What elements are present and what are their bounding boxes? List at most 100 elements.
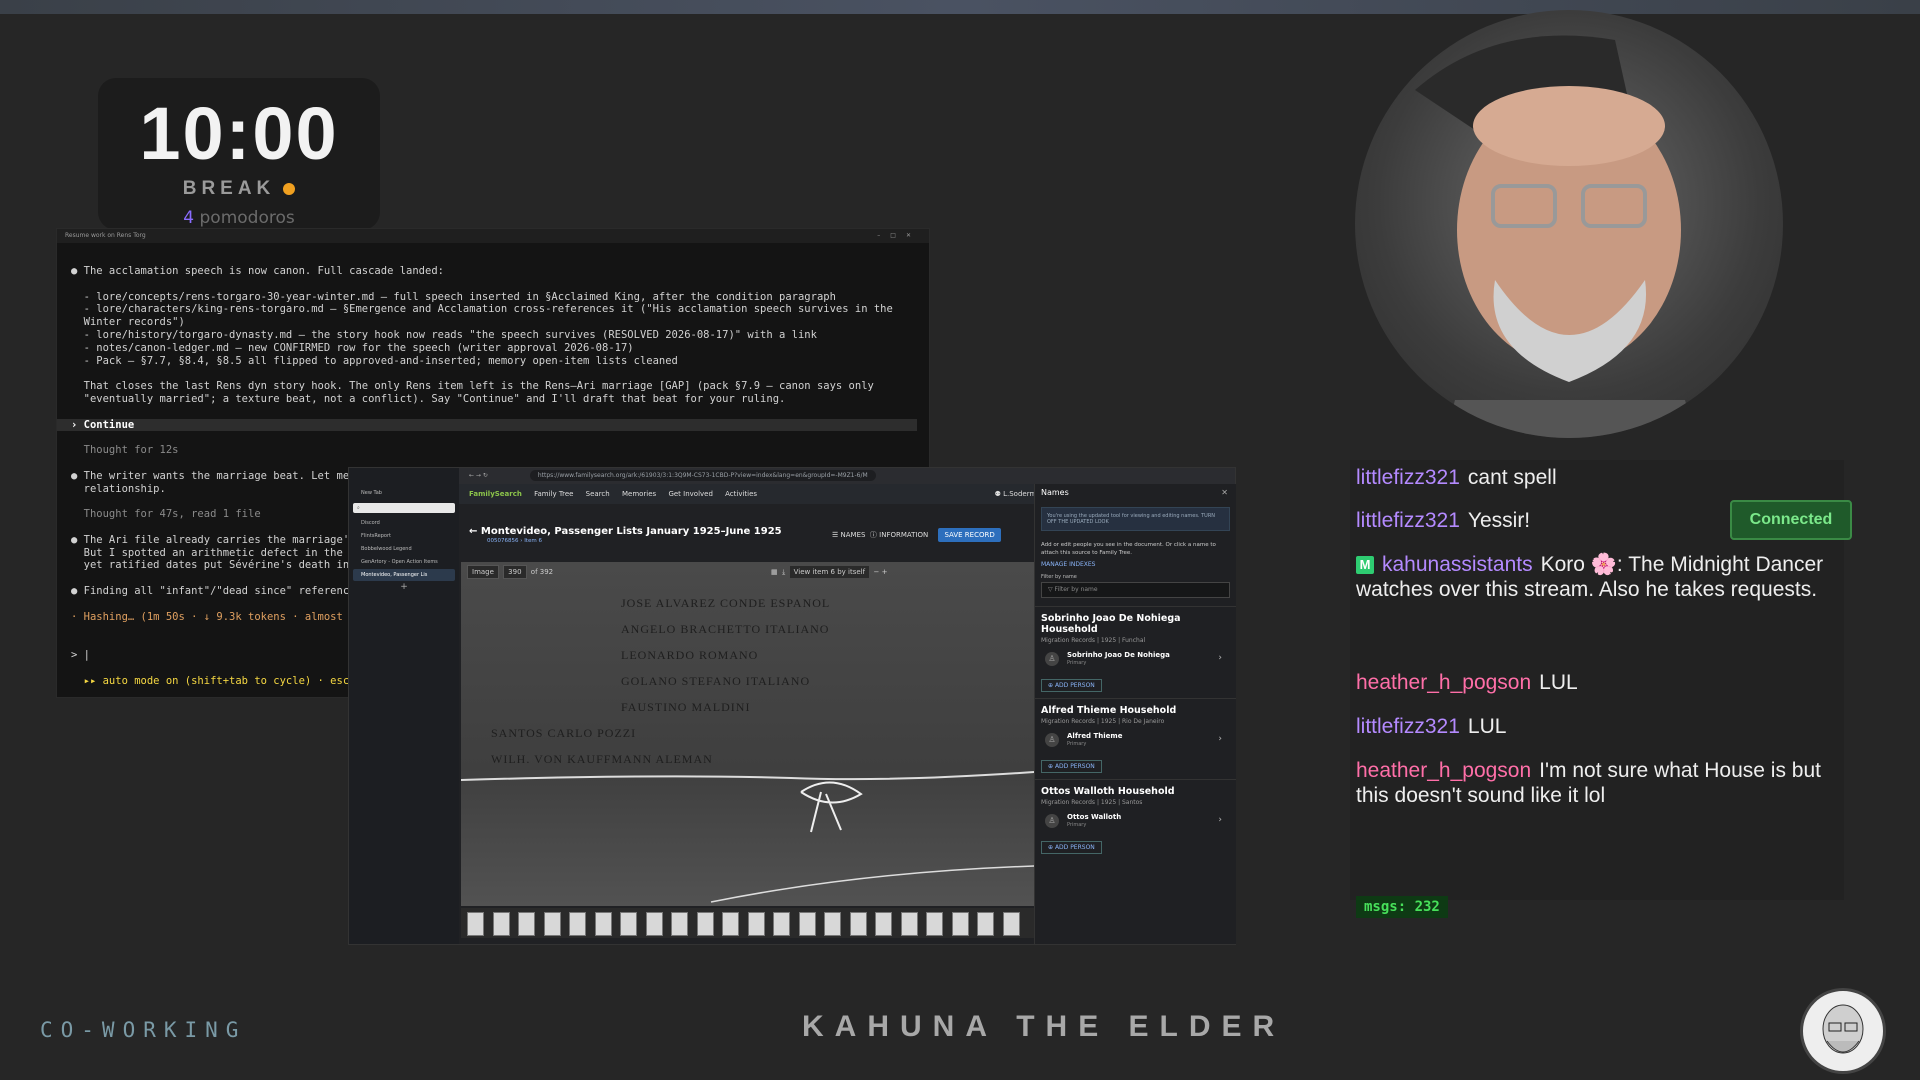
nav-memories[interactable]: Memories (622, 490, 656, 498)
names-panel: Names ✕ You're using the updated tool for… (1034, 484, 1236, 944)
nav-get-involved[interactable]: Get Involved (668, 490, 712, 498)
connected-badge: Connected (1730, 500, 1852, 540)
person-name: Alfred Thieme (1067, 732, 1123, 740)
household-title[interactable]: Sobrinho Joao De Nohiega Household (1041, 613, 1230, 635)
names-button[interactable]: ☰ NAMES (832, 531, 865, 539)
chevron-right-icon[interactable]: › (1218, 734, 1222, 744)
filmstrip-thumbnail[interactable] (518, 912, 535, 936)
image-number-input[interactable]: 390 (503, 565, 527, 579)
manage-indexes-link[interactable]: MANAGE INDEXES (1035, 561, 1236, 568)
add-person-button[interactable]: ⊕ ADD PERSON (1041, 760, 1102, 773)
filmstrip-thumbnail[interactable] (798, 912, 816, 936)
view-item-select[interactable]: View item 6 by itself (789, 566, 870, 578)
add-person-button[interactable]: ⊕ ADD PERSON (1041, 679, 1102, 692)
window-controls[interactable]: –□✕ (877, 229, 921, 243)
filmstrip-thumbnail[interactable] (977, 912, 994, 936)
chevron-right-icon[interactable]: › (1218, 653, 1222, 663)
nav-arrows-icon[interactable]: ← → ↻ (469, 472, 488, 479)
chat-username[interactable]: kahunassistants (1382, 553, 1533, 576)
coworking-label: CO-WORKING (40, 1018, 247, 1042)
new-tab-plus-icon[interactable]: + (349, 582, 459, 592)
filmstrip-thumbnail[interactable] (492, 912, 510, 936)
filmstrip-thumbnail[interactable] (543, 912, 561, 936)
information-button[interactable]: ⓘ INFORMATION (870, 531, 928, 539)
filmstrip-thumbnail[interactable] (696, 912, 714, 936)
filmstrip-thumbnail[interactable] (671, 912, 688, 936)
string-tie-image (461, 771, 1034, 903)
sidebar-tab-0[interactable]: New Tab (353, 487, 455, 499)
grid-icon[interactable]: ▦ (771, 568, 778, 576)
household-person[interactable]: ♙ Sobrinho Joao De Nohiega Primary › (1041, 650, 1230, 672)
save-record-button[interactable]: SAVE RECORD (938, 528, 1001, 542)
filmstrip-thumbnail[interactable] (620, 912, 637, 936)
browser-window[interactable]: New Tab ⌕ Discord FlintsReport Bobbelwoo… (348, 467, 1236, 945)
doc-row: SANTOS CARLO POZZI (491, 726, 637, 740)
url-bar[interactable]: ← → ↻ https://www.familysearch.org/ark:/… (459, 468, 1235, 484)
filmstrip-thumbnail[interactable] (875, 912, 892, 936)
mod-badge-icon: M (1356, 556, 1374, 574)
sidebar-search[interactable]: ⌕ (353, 503, 455, 513)
sidebar-tab-1[interactable]: Discord (353, 517, 455, 529)
image-viewer[interactable]: Image 390 of 392 ▦ ⤓ View item 6 by itse… (461, 562, 1034, 906)
filmstrip-thumbnail[interactable] (467, 912, 484, 936)
streamer-image (1415, 35, 1695, 438)
chat-username[interactable]: heather_h_pogson (1356, 671, 1531, 694)
record-subtitle[interactable]: 005076856 › Item 6 (487, 538, 542, 544)
filmstrip-thumbnail[interactable] (747, 912, 765, 936)
download-icon[interactable]: ⤓ (782, 568, 785, 576)
chat-username[interactable]: littlefizz321 (1356, 715, 1460, 738)
filmstrip-thumbnail[interactable] (926, 912, 943, 936)
terminal-tab[interactable]: Resume work on Rens Torg (65, 232, 146, 239)
zoom-in-icon[interactable]: + (882, 568, 888, 576)
channel-name: KAHUNA THE ELDER (802, 1010, 1286, 1043)
household-card: Alfred Thieme Household Migration Records… (1035, 698, 1236, 779)
terminal-tab-bar[interactable]: Resume work on Rens Torg –□✕ (57, 229, 929, 243)
chat-username[interactable]: littlefizz321 (1356, 466, 1460, 489)
filmstrip-thumbnail[interactable] (722, 912, 739, 936)
pomodoro-count-label: pomodoros (199, 208, 295, 228)
doc-row: FAUSTINO MALDINI (621, 700, 751, 714)
terminal-line: Winter records") (71, 316, 185, 329)
filmstrip-thumbnail[interactable] (951, 912, 969, 936)
nav-search[interactable]: Search (586, 490, 610, 498)
url-field[interactable]: https://www.familysearch.org/ark:/61903/… (529, 470, 876, 481)
nav-family-tree[interactable]: Family Tree (534, 490, 573, 498)
household-person[interactable]: ♙ Ottos Walloth Primary › (1041, 812, 1230, 834)
names-label: NAMES (840, 531, 866, 539)
sidebar-tab-3[interactable]: Bobbelwood Legend (353, 543, 455, 555)
familysearch-logo[interactable]: FamilySearch (469, 490, 522, 498)
filmstrip-thumbnail[interactable] (645, 912, 663, 936)
chevron-right-icon[interactable]: › (1218, 815, 1222, 825)
pomodoro-count-number: 4 (183, 208, 195, 228)
filmstrip-thumbnail[interactable] (1002, 912, 1020, 936)
filmstrip-thumbnail[interactable] (900, 912, 918, 936)
chat-username[interactable]: littlefizz321 (1356, 509, 1460, 532)
info-banner[interactable]: You're using the updated tool for viewin… (1041, 507, 1230, 531)
sidebar-tab-5[interactable]: Montevideo, Passenger Lis (353, 569, 455, 581)
pomodoro-count: 4 pomodoros (98, 208, 380, 228)
person-name: Ottos Walloth (1067, 813, 1122, 821)
filmstrip-thumbnail[interactable] (824, 912, 841, 936)
nav-activities[interactable]: Activities (725, 490, 757, 498)
chat-username[interactable]: heather_h_pogson (1356, 759, 1531, 782)
filter-input[interactable]: ▽ Filter by name (1041, 582, 1230, 598)
filmstrip-thumbnail[interactable] (594, 912, 612, 936)
person-role: Primary (1067, 822, 1087, 828)
add-person-button[interactable]: ⊕ ADD PERSON (1041, 841, 1102, 854)
sidebar-tab-2[interactable]: FlintsReport (353, 530, 455, 542)
household-title[interactable]: Ottos Walloth Household (1041, 786, 1230, 797)
filmstrip-thumbnail[interactable] (569, 912, 586, 936)
filmstrip-thumbnail[interactable] (849, 912, 867, 936)
sidebar-tab-4[interactable]: GenArtory - Open Action Items (353, 556, 455, 568)
household-person[interactable]: ♙ Alfred Thieme Primary › (1041, 731, 1230, 753)
filmstrip-thumbnail[interactable] (773, 912, 790, 936)
add-person-label: ADD PERSON (1054, 682, 1095, 689)
filmstrip[interactable] (461, 908, 1034, 938)
record-title: ← Montevideo, Passenger Lists January 19… (469, 526, 782, 537)
zoom-out-icon[interactable]: − (874, 568, 880, 576)
add-person-label: ADD PERSON (1054, 844, 1095, 851)
close-icon[interactable]: ✕ (1221, 488, 1228, 497)
household-title[interactable]: Alfred Thieme Household (1041, 705, 1230, 716)
